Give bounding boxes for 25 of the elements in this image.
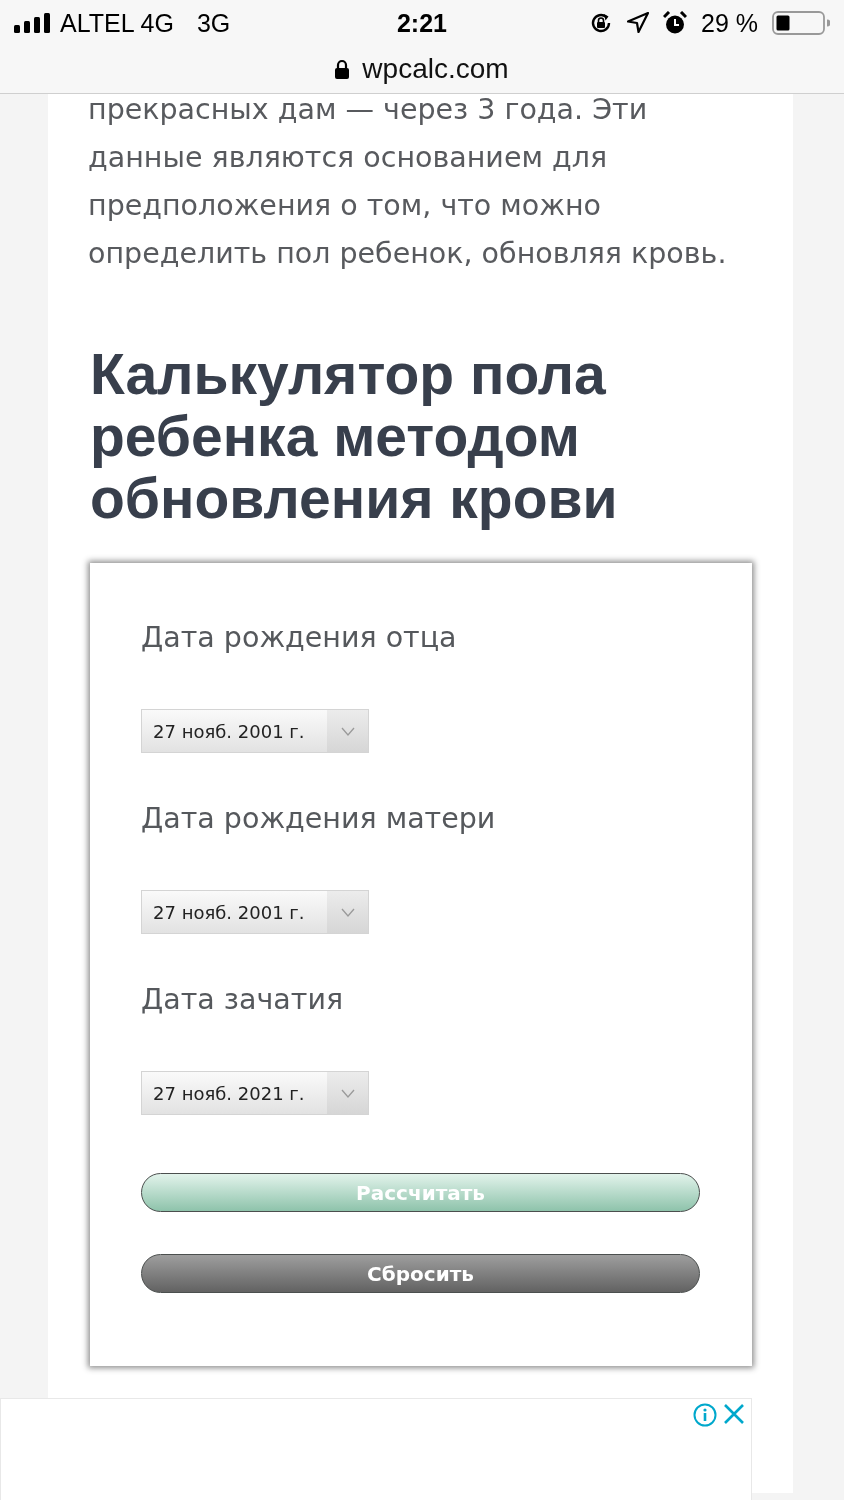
chevron-down-icon — [340, 907, 355, 917]
article-paragraph: прекрасных дам — через 3 года. Эти данные являются основанием для предположения о том, что можно определить пол ребенок, обновляя кровь. — [88, 92, 728, 272]
chevron-down-icon — [340, 1088, 355, 1098]
date-select[interactable]: 27 нояб. 2001 г. — [141, 890, 369, 934]
date-select[interactable]: 27 нояб. 2021 г. — [141, 1071, 369, 1115]
clock-time: 2:21 — [396, 8, 447, 38]
chevron-down-icon — [340, 726, 355, 736]
reset-button[interactable]: Сбросить — [141, 1254, 700, 1293]
info-icon[interactable] — [693, 1403, 717, 1427]
alarm-clock-icon — [663, 11, 687, 35]
carrier-name: ALTEL 4G — [60, 8, 174, 38]
lock-icon — [335, 59, 350, 79]
date-select[interactable]: 27 нояб. 2001 г. — [141, 709, 369, 753]
field-label: Дата рождения матери — [141, 801, 497, 837]
signal-icon — [14, 13, 51, 33]
network-type: 3G — [196, 8, 231, 38]
url-text[interactable]: wpcalc.com — [362, 53, 509, 85]
battery-icon — [772, 11, 830, 35]
location-arrow-icon — [627, 12, 649, 34]
rotation-lock-icon — [589, 11, 613, 35]
section-heading: Калькулятор пола ребенка методом обновления крови — [90, 343, 619, 529]
battery-percent: 29 % — [701, 8, 758, 38]
close-icon[interactable] — [723, 1403, 745, 1425]
field-label: Дата рождения отца — [141, 620, 458, 656]
field-label: Дата зачатия — [141, 982, 345, 1018]
